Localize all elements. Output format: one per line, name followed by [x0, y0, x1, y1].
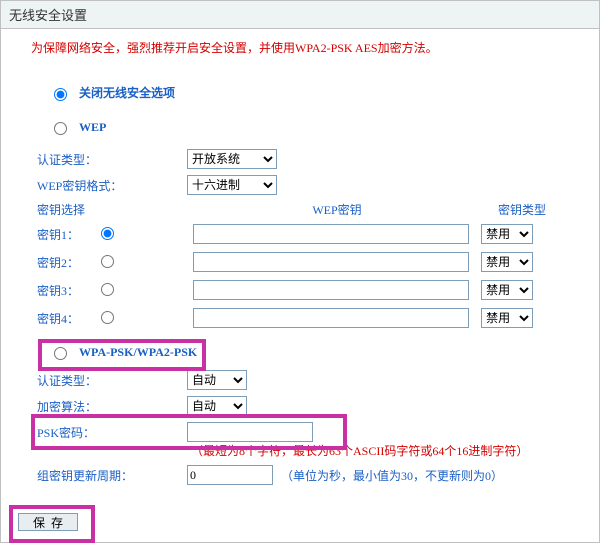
wep-keyformat-label: WEP密钥格式： — [37, 177, 187, 194]
wep-radio[interactable] — [54, 122, 67, 135]
security-warning: 为保障网络安全，强烈推荐开启安全设置，并使用WPA2-PSK AES加密方法。 — [31, 39, 569, 56]
keytype-header: 密钥类型 — [477, 201, 567, 218]
wep-key-row-4: 密钥4： 禁用 — [37, 308, 569, 328]
disable-security-row: 关闭无线安全选项 — [49, 84, 569, 101]
wep-key-radio-4[interactable] — [101, 311, 114, 324]
wep-keyformat-row: WEP密钥格式： 十六进制 — [37, 175, 569, 195]
wep-key-type-select-2[interactable]: 禁用 — [481, 252, 533, 272]
settings-window: 无线安全设置 为保障网络安全，强烈推荐开启安全设置，并使用WPA2-PSK AE… — [0, 0, 600, 543]
keyselect-header: 密钥选择 — [37, 201, 97, 218]
wep-auth-select[interactable]: 开放系统 — [187, 149, 277, 169]
wpa-psk-row: PSK密码： — [37, 422, 569, 442]
wep-key-label-2: 密钥2： — [37, 256, 79, 270]
wep-key-type-select-4[interactable]: 禁用 — [481, 308, 533, 328]
wepkey-header: WEP密钥 — [197, 201, 477, 218]
wep-key-input-4[interactable] — [193, 308, 469, 328]
wpa-enc-label: 加密算法： — [37, 398, 187, 415]
wpa-auth-row: 认证类型： 自动 — [37, 370, 569, 390]
disable-security-label: 关闭无线安全选项 — [79, 84, 175, 101]
wep-key-type-select-1[interactable]: 禁用 — [481, 224, 533, 244]
wep-key-row-3: 密钥3： 禁用 — [37, 280, 569, 300]
wpa-groupkey-input[interactable] — [187, 465, 273, 485]
wep-key-input-3[interactable] — [193, 280, 469, 300]
wep-key-header: 密钥选择 WEP密钥 密钥类型 — [37, 201, 569, 218]
wep-key-radio-1[interactable] — [101, 227, 114, 240]
wep-key-label-3: 密钥3： — [37, 284, 79, 298]
wep-keyformat-select[interactable]: 十六进制 — [187, 175, 277, 195]
wpa-psk-note: （最短为8个字符，最长为63个ASCII码字符或64个16进制字符） — [191, 442, 569, 459]
wep-row: WEP — [49, 119, 569, 135]
wep-key-type-select-3[interactable]: 禁用 — [481, 280, 533, 300]
wpa-label: WPA-PSK/WPA2-PSK — [79, 345, 197, 360]
wep-key-row-2: 密钥2： 禁用 — [37, 252, 569, 272]
wpa-psk-label: PSK密码： — [37, 424, 187, 441]
wep-auth-label: 认证类型： — [37, 151, 187, 168]
wpa-groupkey-row: 组密钥更新周期： （单位为秒，最小值为30，不更新则为0） — [37, 465, 569, 485]
wpa-groupkey-unit: （单位为秒，最小值为30，不更新则为0） — [281, 467, 503, 484]
wpa-psk-input[interactable] — [187, 422, 313, 442]
wep-key-radio-3[interactable] — [101, 283, 114, 296]
wep-key-label-1: 密钥1： — [37, 228, 79, 242]
wep-key-radio-2[interactable] — [101, 255, 114, 268]
wep-key-input-1[interactable] — [193, 224, 469, 244]
wep-auth-row: 认证类型： 开放系统 — [37, 149, 569, 169]
wep-key-input-2[interactable] — [193, 252, 469, 272]
wep-key-row-1: 密钥1： 禁用 — [37, 224, 569, 244]
save-button[interactable]: 保存 — [18, 513, 78, 531]
wep-label: WEP — [79, 120, 106, 135]
wep-key-label-4: 密钥4： — [37, 312, 79, 326]
wpa-auth-select[interactable]: 自动 — [187, 370, 247, 390]
wpa-groupkey-label: 组密钥更新周期： — [37, 467, 187, 484]
window-title: 无线安全设置 — [1, 1, 599, 29]
content-area: 为保障网络安全，强烈推荐开启安全设置，并使用WPA2-PSK AES加密方法。 … — [1, 29, 599, 485]
disable-security-radio[interactable] — [54, 88, 67, 101]
wpa-radio[interactable] — [54, 347, 67, 360]
wpa-enc-select[interactable]: 自动 — [187, 396, 247, 416]
wpa-row: WPA-PSK/WPA2-PSK — [49, 344, 569, 360]
wpa-auth-label: 认证类型： — [37, 372, 187, 389]
wpa-enc-row: 加密算法： 自动 — [37, 396, 569, 416]
